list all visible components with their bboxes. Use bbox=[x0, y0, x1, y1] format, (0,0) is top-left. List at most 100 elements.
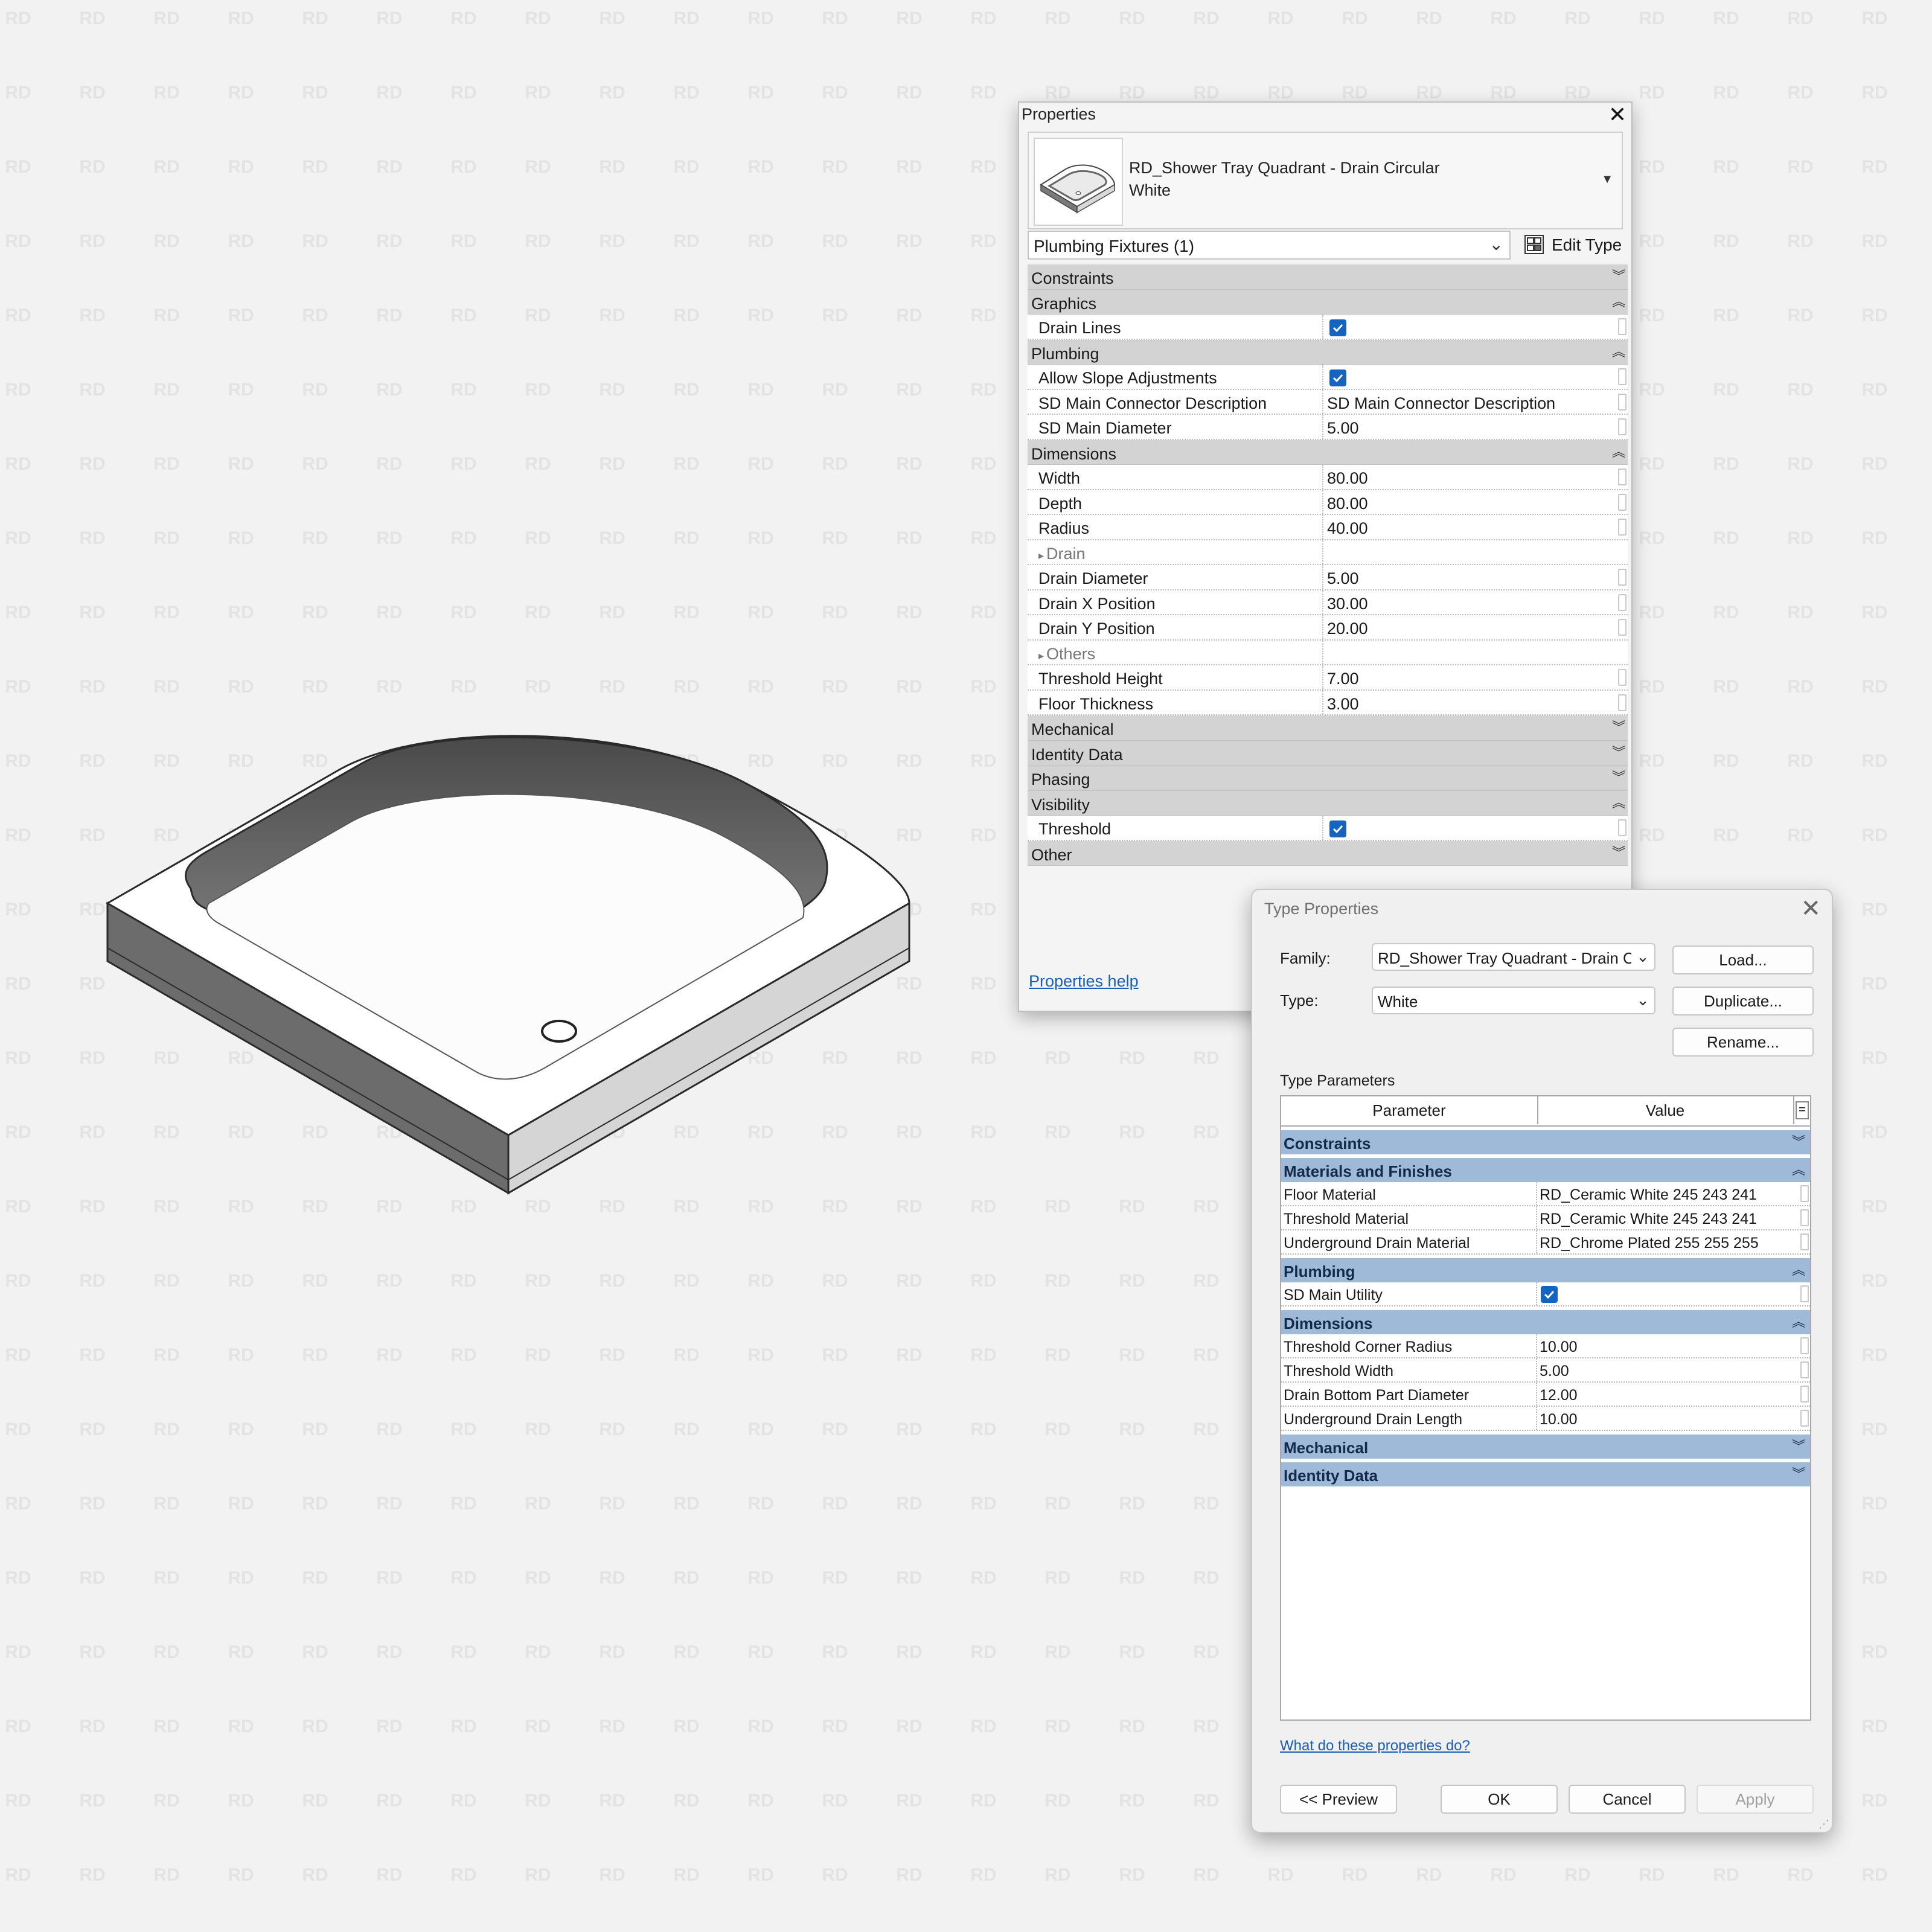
type-parameter-row[interactable]: Drain Bottom Part Diameter 12.00 bbox=[1281, 1383, 1810, 1407]
property-row[interactable]: Threshold bbox=[1028, 816, 1628, 841]
property-row[interactable]: Floor Thickness 3.00 bbox=[1028, 690, 1628, 715]
type-parameter-group[interactable]: Dimensions ︽ bbox=[1281, 1310, 1810, 1334]
type-parameter-row[interactable]: Underground Drain Length 10.00 bbox=[1281, 1407, 1810, 1431]
chevron-down-icon[interactable]: ︾ bbox=[1792, 1463, 1805, 1483]
column-header-value[interactable]: Value bbox=[1537, 1096, 1794, 1124]
associate-parameter-button[interactable] bbox=[1618, 318, 1627, 335]
property-group[interactable]: Dimensions ︽ bbox=[1028, 440, 1628, 465]
associate-parameter-button[interactable] bbox=[1618, 393, 1627, 411]
property-row[interactable]: Threshold Height 7.00 bbox=[1028, 665, 1628, 691]
property-group[interactable]: Phasing ︾ bbox=[1028, 766, 1628, 791]
property-row[interactable]: Radius 40.00 bbox=[1028, 515, 1628, 540]
checkbox-checked[interactable] bbox=[1329, 820, 1346, 837]
property-group[interactable]: Mechanical ︾ bbox=[1028, 715, 1628, 741]
property-row[interactable]: SD Main Connector Description SD Main Con… bbox=[1028, 389, 1628, 415]
duplicate-button[interactable]: Duplicate... bbox=[1672, 987, 1814, 1016]
property-value[interactable]: 5.00 bbox=[1327, 419, 1359, 438]
property-value[interactable]: 40.00 bbox=[1327, 519, 1368, 538]
property-value[interactable]: 80.00 bbox=[1327, 469, 1368, 488]
checkbox-checked[interactable] bbox=[1541, 1286, 1558, 1303]
property-subgroup[interactable]: ▸ Others bbox=[1028, 640, 1628, 665]
associate-parameter-button[interactable] bbox=[1618, 569, 1627, 586]
type-parameter-row[interactable]: Threshold Material RD_Ceramic White 245 2… bbox=[1281, 1206, 1810, 1230]
property-subgroup[interactable]: ▸ Drain bbox=[1028, 540, 1628, 565]
type-parameter-row[interactable]: Underground Drain Material RD_Chrome Plat… bbox=[1281, 1230, 1810, 1255]
type-parameter-row[interactable]: Floor Material RD_Ceramic White 245 243 2… bbox=[1281, 1182, 1810, 1206]
associate-parameter-button[interactable] bbox=[1800, 1337, 1809, 1354]
parameter-value[interactable]: RD_Chrome Plated 255 255 255 bbox=[1540, 1235, 1759, 1252]
associate-parameter-button[interactable] bbox=[1618, 368, 1627, 385]
associate-parameter-button[interactable] bbox=[1800, 1209, 1809, 1226]
associate-parameter-button[interactable] bbox=[1800, 1386, 1809, 1403]
chevron-down-icon[interactable]: ︾ bbox=[1792, 1131, 1805, 1151]
associate-parameter-button[interactable] bbox=[1618, 469, 1627, 485]
type-parameter-row[interactable]: Threshold Corner Radius 10.00 bbox=[1281, 1334, 1810, 1358]
parameter-value[interactable]: RD_Ceramic White 245 243 241 bbox=[1540, 1186, 1757, 1204]
type-selector-preview[interactable]: RD_Shower Tray Quadrant - Drain Circular… bbox=[1028, 132, 1623, 229]
associate-parameter-button[interactable] bbox=[1800, 1410, 1809, 1427]
cancel-button[interactable]: Cancel bbox=[1569, 1785, 1686, 1814]
type-parameter-group[interactable]: Identity Data ︾ bbox=[1281, 1462, 1810, 1486]
close-icon[interactable]: ✕ bbox=[1608, 103, 1627, 127]
property-group[interactable]: Other ︾ bbox=[1028, 840, 1628, 866]
type-dropdown[interactable]: White ⌄ bbox=[1372, 987, 1655, 1014]
associate-parameter-button[interactable] bbox=[1618, 519, 1627, 536]
checkbox-checked[interactable] bbox=[1329, 369, 1346, 386]
property-value[interactable]: 30.00 bbox=[1327, 595, 1368, 613]
property-row[interactable]: Allow Slope Adjustments bbox=[1028, 365, 1628, 390]
chevron-up-icon[interactable]: ︽ bbox=[1792, 1259, 1805, 1279]
chevron-up-icon[interactable]: ︽ bbox=[1612, 792, 1625, 811]
property-group[interactable]: Identity Data ︾ bbox=[1028, 740, 1628, 766]
resize-grip-icon[interactable]: ⋰ bbox=[1818, 1818, 1829, 1831]
close-icon[interactable]: ✕ bbox=[1800, 892, 1821, 925]
rename-button[interactable]: Rename... bbox=[1672, 1028, 1814, 1057]
property-value[interactable]: 7.00 bbox=[1327, 670, 1359, 688]
type-parameter-group[interactable]: Mechanical ︾ bbox=[1281, 1435, 1810, 1459]
chevron-down-icon[interactable]: ︾ bbox=[1612, 767, 1625, 786]
what-do-these-properties-do-link[interactable]: What do these properties do? bbox=[1280, 1738, 1470, 1754]
property-group[interactable]: Visibility ︽ bbox=[1028, 790, 1628, 816]
type-parameter-group[interactable]: Materials and Finishes ︽ bbox=[1281, 1158, 1810, 1182]
type-parameter-row[interactable]: Threshold Width 5.00 bbox=[1281, 1358, 1810, 1383]
associate-parameter-button[interactable] bbox=[1618, 619, 1627, 636]
type-parameter-group[interactable]: Plumbing ︽ bbox=[1281, 1258, 1810, 1282]
property-value[interactable]: 3.00 bbox=[1327, 695, 1359, 714]
property-row[interactable]: Drain X Position 30.00 bbox=[1028, 590, 1628, 615]
associate-parameter-button[interactable] bbox=[1800, 1361, 1809, 1378]
apply-button[interactable]: Apply bbox=[1697, 1785, 1814, 1814]
property-row[interactable]: SD Main Diameter 5.00 bbox=[1028, 415, 1628, 440]
chevron-down-icon[interactable]: ︾ bbox=[1792, 1436, 1805, 1455]
property-value[interactable]: 20.00 bbox=[1327, 619, 1368, 638]
associate-parameter-button[interactable] bbox=[1618, 669, 1627, 686]
associate-parameter-button[interactable] bbox=[1618, 493, 1627, 511]
load-button[interactable]: Load... bbox=[1672, 945, 1814, 974]
property-row[interactable]: Drain Diameter 5.00 bbox=[1028, 565, 1628, 590]
caret-right-icon[interactable]: ▸ bbox=[1038, 549, 1044, 561]
associate-parameter-button[interactable] bbox=[1618, 593, 1627, 611]
family-dropdown[interactable]: RD_Shower Tray Quadrant - Drain Circular… bbox=[1372, 943, 1655, 971]
property-value[interactable]: 80.00 bbox=[1327, 494, 1368, 513]
parameter-value[interactable]: RD_Ceramic White 245 243 241 bbox=[1540, 1211, 1757, 1228]
properties-titlebar[interactable]: Properties ✕ bbox=[1019, 103, 1631, 127]
parameter-value[interactable]: 10.00 bbox=[1540, 1339, 1578, 1356]
caret-right-icon[interactable]: ▸ bbox=[1038, 650, 1044, 662]
column-header-parameter[interactable]: Parameter bbox=[1281, 1096, 1538, 1124]
associate-parameter-button[interactable] bbox=[1618, 819, 1627, 836]
instance-filter-dropdown[interactable]: Plumbing Fixtures (1) ⌄ bbox=[1028, 231, 1511, 260]
property-group[interactable]: Graphics ︽ bbox=[1028, 289, 1628, 315]
chevron-down-icon[interactable]: ︾ bbox=[1612, 742, 1625, 761]
chevron-up-icon[interactable]: ︽ bbox=[1792, 1311, 1805, 1331]
parameter-value[interactable]: 10.00 bbox=[1540, 1411, 1578, 1428]
caret-down-icon[interactable]: ▼ bbox=[1601, 173, 1613, 187]
chevron-up-icon[interactable]: ︽ bbox=[1612, 291, 1625, 310]
type-parameter-row[interactable]: SD Main Utility bbox=[1281, 1282, 1810, 1307]
associate-parameter-button[interactable] bbox=[1618, 694, 1627, 711]
column-header-extra[interactable]: = bbox=[1796, 1101, 1809, 1119]
chevron-up-icon[interactable]: ︽ bbox=[1792, 1159, 1805, 1179]
type-parameter-group[interactable]: Constraints ︾ bbox=[1281, 1130, 1810, 1154]
property-group[interactable]: Constraints ︾ bbox=[1028, 264, 1628, 290]
property-group[interactable]: Plumbing ︽ bbox=[1028, 339, 1628, 365]
preview-button[interactable]: << Preview bbox=[1280, 1785, 1397, 1814]
parameter-value[interactable]: 12.00 bbox=[1540, 1387, 1578, 1404]
properties-help-link[interactable]: Properties help bbox=[1029, 972, 1139, 991]
